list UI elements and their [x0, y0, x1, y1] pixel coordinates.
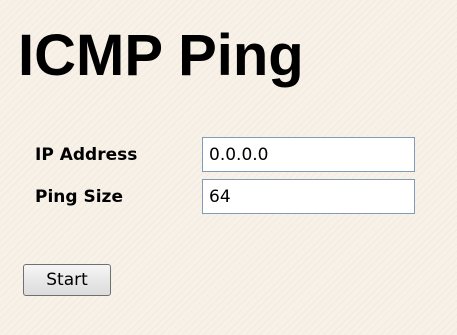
ping-size-row: Ping Size — [35, 179, 425, 215]
page-title: ICMP Ping — [18, 23, 304, 88]
ip-address-input[interactable] — [202, 137, 415, 172]
icmp-ping-page: ICMP Ping IP Address Ping Size Start — [0, 0, 457, 335]
ping-size-input[interactable] — [202, 179, 415, 214]
ip-address-label: IP Address — [35, 145, 138, 165]
ping-size-label: Ping Size — [35, 187, 123, 207]
ip-address-row: IP Address — [35, 137, 425, 173]
start-button[interactable]: Start — [23, 264, 111, 296]
